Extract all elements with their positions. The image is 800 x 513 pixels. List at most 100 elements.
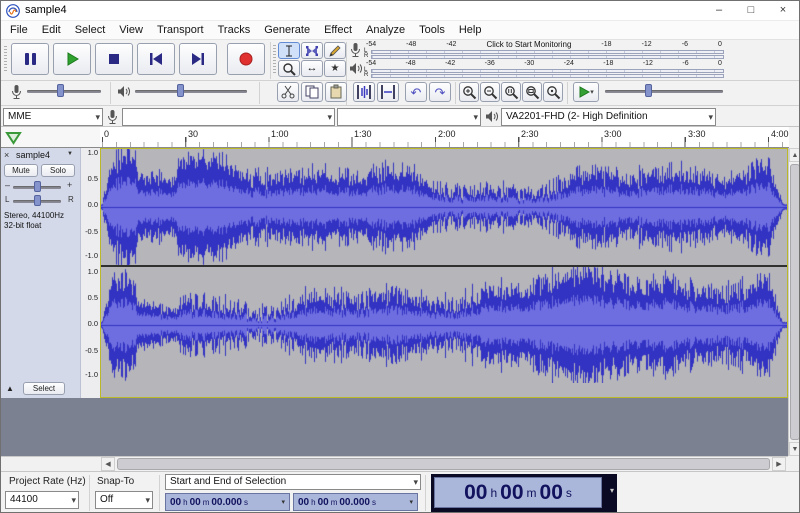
toolbar-grip[interactable]	[4, 46, 7, 72]
ruler-label: 30	[188, 129, 199, 139]
combo-arrow-icon[interactable]: ▾	[71, 492, 76, 508]
zoom-out-button[interactable]	[480, 82, 500, 102]
recording-volume-slider[interactable]	[27, 83, 105, 99]
scroll-left-button[interactable]: ◀	[101, 457, 115, 471]
play-at-speed-button[interactable]: ▾	[573, 82, 599, 102]
menu-view[interactable]: View	[112, 24, 150, 36]
minimize-button[interactable]: –	[703, 1, 735, 20]
playback-volume-thumb[interactable]	[177, 84, 184, 97]
track-close-button[interactable]: ×	[4, 150, 9, 160]
playback-volume-slider[interactable]	[135, 83, 251, 99]
selection-start-field[interactable]: 00 h 00 m 00.000 s ▾	[165, 493, 290, 511]
undo-button[interactable]: ↶	[405, 82, 427, 102]
recording-volume-thumb[interactable]	[57, 84, 64, 97]
record-button[interactable]	[227, 43, 265, 75]
multi-tool-button[interactable]: ★	[324, 60, 346, 77]
start-monitoring-text[interactable]: Click to Start Monitoring	[486, 41, 571, 49]
redo-button[interactable]: ↷	[429, 82, 451, 102]
selection-end-field[interactable]: 00 h 00 m 00.000 s ▾	[293, 493, 418, 511]
recording-device-combobox[interactable]: ▾	[122, 108, 335, 126]
vertical-scrollbar[interactable]: ▲ ▼	[788, 148, 799, 456]
combo-arrow-icon[interactable]: ▾	[327, 109, 332, 125]
fit-project-button[interactable]	[522, 82, 542, 102]
close-button[interactable]: ×	[767, 1, 799, 20]
stop-button[interactable]	[95, 43, 133, 75]
audio-host-combobox[interactable]: MME ▾	[3, 108, 103, 126]
waveform-left-channel[interactable]	[101, 149, 787, 265]
field-dropdown-icon[interactable]: ▾	[610, 486, 614, 495]
zoom-in-button[interactable]	[459, 82, 479, 102]
fit-selection-button[interactable]	[501, 82, 521, 102]
timeline-options-pin[interactable]	[5, 131, 22, 145]
play-meter-body[interactable]: -54 -48 -42 -36 -30 -24 -18 -12 -6 0 L R	[364, 60, 724, 78]
skip-to-start-button[interactable]	[137, 43, 175, 75]
selection-tool-button[interactable]	[278, 42, 300, 59]
play-button[interactable]	[53, 43, 91, 75]
zoom-toggle-button[interactable]	[543, 82, 563, 102]
recording-meter[interactable]: -54 -48 -42 Click to Start Monitoring -1…	[349, 41, 725, 59]
paste-button[interactable]	[325, 82, 347, 102]
field-dropdown-icon[interactable]: ▾	[281, 498, 285, 506]
combo-arrow-icon[interactable]: ▾	[473, 109, 478, 125]
timeline-ruler[interactable]: 0 30 1:00 1:30 2:00 2:30 3:00 3:30 4:00	[100, 127, 789, 148]
menu-tools[interactable]: Tools	[412, 24, 452, 36]
skip-to-end-button[interactable]	[179, 43, 217, 75]
draw-tool-button[interactable]	[324, 42, 346, 59]
combo-arrow-icon[interactable]: ▾	[708, 109, 713, 125]
timeshift-tool-button[interactable]: ↔	[301, 60, 323, 77]
menu-select[interactable]: Select	[68, 24, 113, 36]
vertical-scroll-thumb[interactable]	[790, 164, 799, 440]
cut-button[interactable]	[277, 82, 299, 102]
record-meter-body[interactable]: -54 -48 -42 Click to Start Monitoring -1…	[364, 41, 724, 59]
scroll-right-button[interactable]: ▶	[772, 457, 786, 471]
gain-thumb[interactable]	[34, 181, 41, 192]
track-title[interactable]: sample4	[16, 150, 50, 160]
silence-audio-button[interactable]	[377, 82, 399, 102]
track-resize-margin[interactable]	[101, 383, 787, 397]
menu-effect[interactable]: Effect	[317, 24, 359, 36]
play-speed-slider[interactable]	[605, 83, 727, 99]
pan-thumb[interactable]	[34, 195, 41, 206]
pan-slider[interactable]	[13, 194, 63, 207]
project-rate-combobox[interactable]: 44100 ▾	[5, 491, 79, 509]
scroll-up-button[interactable]: ▲	[789, 148, 799, 162]
play-at-speed-dropdown-icon[interactable]: ▾	[590, 88, 594, 96]
playback-device-combobox[interactable]: VA2201-FHD (2- High Definition ▾	[501, 108, 716, 126]
combo-arrow-icon[interactable]: ▾	[95, 109, 100, 125]
maximize-button[interactable]: □	[735, 1, 767, 20]
ruler-label: 1:30	[354, 129, 372, 139]
selection-mode-combobox[interactable]: Start and End of Selection ▾	[165, 474, 421, 490]
menu-transport[interactable]: Transport	[150, 24, 211, 36]
pause-button[interactable]	[11, 43, 49, 75]
menu-file[interactable]: File	[3, 24, 35, 36]
copy-button[interactable]	[301, 82, 323, 102]
menu-help[interactable]: Help	[452, 24, 489, 36]
combo-arrow-icon[interactable]: ▾	[145, 492, 150, 508]
track-select-button[interactable]: Select	[23, 382, 65, 395]
combo-arrow-icon[interactable]: ▾	[413, 475, 418, 489]
waveform-right-channel[interactable]	[101, 267, 787, 383]
horizontal-scroll-thumb[interactable]	[117, 458, 770, 470]
toolbar-grip[interactable]	[273, 45, 276, 75]
playback-meter[interactable]: -54 -48 -42 -36 -30 -24 -18 -12 -6 0 L R	[349, 60, 725, 78]
horizontal-scrollbar[interactable]: ◀ ▶	[1, 456, 788, 471]
trim-audio-button[interactable]	[353, 82, 375, 102]
audio-position-field[interactable]: 00 h 00 m 00 s	[434, 477, 602, 508]
menu-analyze[interactable]: Analyze	[359, 24, 412, 36]
track-menu-arrow-icon[interactable]: ▼	[67, 151, 73, 157]
snap-to-combobox[interactable]: Off ▾	[95, 491, 153, 509]
envelope-tool-button[interactable]	[301, 42, 323, 59]
zoom-tool-button[interactable]	[278, 60, 300, 77]
menu-edit[interactable]: Edit	[35, 24, 68, 36]
recording-channels-combobox[interactable]: ▾	[337, 108, 481, 126]
collapse-track-button[interactable]: ▲	[6, 384, 14, 393]
scroll-down-button[interactable]: ▼	[789, 442, 799, 456]
play-speed-thumb[interactable]	[645, 84, 652, 97]
field-dropdown-icon[interactable]: ▾	[409, 498, 413, 506]
menu-tracks[interactable]: Tracks	[211, 24, 258, 36]
mute-button[interactable]: Mute	[4, 164, 38, 177]
solo-button[interactable]: Solo	[41, 164, 75, 177]
gain-slider[interactable]	[13, 180, 63, 193]
vertical-scale-ruler[interactable]: 1.0 0.5 0.0 -0.5 -1.0 1.0 0.5 0.0 -0.5 -…	[81, 148, 100, 398]
menu-generate[interactable]: Generate	[257, 24, 317, 36]
